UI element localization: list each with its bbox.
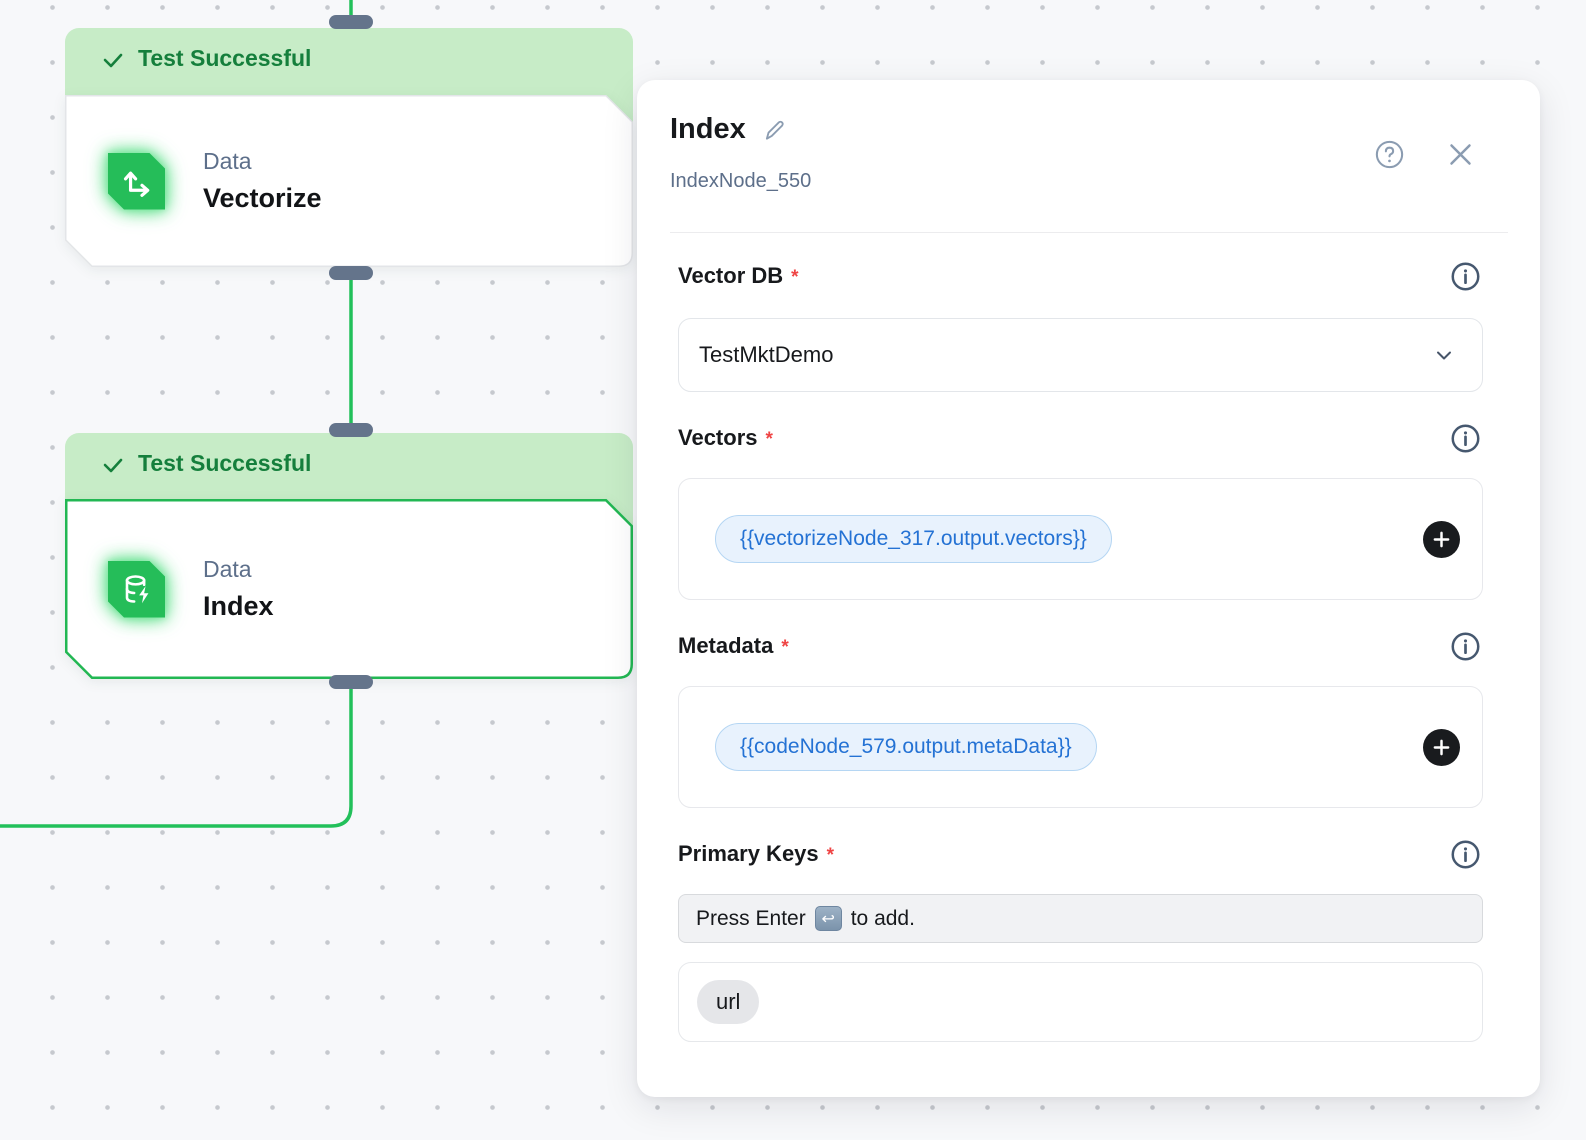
primary-key-tag[interactable]: url [697,980,759,1024]
edit-title-button[interactable] [762,117,788,143]
check-icon [101,453,125,477]
header-divider [670,232,1508,233]
required-marker: * [766,429,773,451]
vectors-field[interactable]: {{vectorizeNode_317.output.vectors}} [678,478,1483,600]
vector-db-select[interactable]: TestMktDemo [678,318,1483,392]
plus-icon [1432,530,1451,549]
node-status-label: Test Successful [138,450,311,477]
node-category: Data [203,556,274,583]
vectors-info-button[interactable] [1451,424,1480,453]
check-icon [101,48,125,72]
info-icon [1451,262,1480,291]
plus-icon [1432,738,1451,757]
primary-keys-info-button[interactable] [1451,840,1480,869]
vector-db-info-button[interactable] [1451,262,1480,291]
vectors-add-button[interactable] [1423,521,1460,558]
help-button[interactable] [1375,140,1404,169]
handle-index-bottom[interactable] [329,675,373,689]
panel-title: Index [670,113,746,146]
primary-keys-placeholder-after: to add. [851,907,915,931]
info-icon [1451,840,1480,869]
node-index[interactable]: Test Successful Data Index [65,433,633,711]
info-icon [1451,424,1480,453]
metadata-add-button[interactable] [1423,729,1460,766]
vector-db-label: Vector DB * [678,263,799,289]
vector-db-value: TestMktDemo [699,342,833,368]
primary-keys-placeholder-before: Press Enter [696,907,806,931]
metadata-variable-chip[interactable]: {{codeNode_579.output.metaData}} [715,723,1097,771]
required-marker: * [827,845,834,867]
panel-subtitle: IndexNode_550 [670,170,811,193]
node-category: Data [203,148,322,175]
pencil-icon [762,117,788,143]
handle-index-top[interactable] [329,423,373,437]
vectors-variable-chip[interactable]: {{vectorizeNode_317.output.vectors}} [715,515,1112,563]
vectorize-icon [108,153,165,210]
node-vectorize[interactable]: Test Successful Data Vectorize [65,28,633,298]
vectors-label: Vectors * [678,425,773,451]
required-marker: * [781,637,788,659]
enter-key-icon: ↩ [815,906,842,931]
primary-keys-label: Primary Keys * [678,841,834,867]
node-text: Data Index [203,556,274,622]
question-circle-icon [1375,140,1404,169]
close-panel-button[interactable] [1447,141,1474,168]
node-title: Vectorize [203,183,322,214]
node-title: Index [203,591,274,622]
node-config-panel: Index IndexNode_550 Vector DB * [637,80,1540,1097]
required-marker: * [791,267,798,289]
primary-keys-input[interactable]: Press Enter ↩ to add. [678,894,1483,943]
chevron-down-icon [1432,343,1456,367]
metadata-label: Metadata * [678,633,789,659]
close-icon [1447,141,1474,168]
node-status-label: Test Successful [138,45,311,72]
workflow-editor: { "colors": { "accent_green": "#22c05a",… [0,0,1586,1140]
handle-vectorize-top[interactable] [329,15,373,29]
node-card-content: Data Vectorize [65,95,633,267]
metadata-info-button[interactable] [1451,632,1480,661]
primary-keys-tags: url [678,962,1483,1042]
node-text: Data Vectorize [203,148,322,214]
metadata-field[interactable]: {{codeNode_579.output.metaData}} [678,686,1483,808]
info-icon [1451,632,1480,661]
database-icon [108,561,165,618]
node-card-content: Data Index [65,499,633,679]
handle-vectorize-bottom[interactable] [329,266,373,280]
